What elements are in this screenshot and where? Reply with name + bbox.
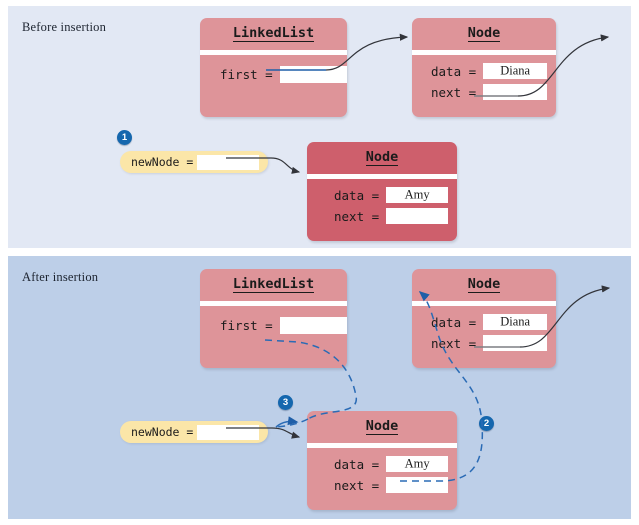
before-node-diana-field-data-slot: Diana	[483, 63, 548, 79]
before-newnode-variable-slot	[197, 154, 260, 170]
before-node-diana-field-data-value: Diana	[500, 63, 531, 78]
before-step-badge-1: 1	[117, 130, 132, 145]
after-linkedlist-field-first-slot	[279, 317, 347, 334]
before-node-diana-field-data-label: data =	[431, 63, 477, 79]
after-node-diana-field-next-slot	[483, 335, 548, 351]
before-new-node-field-next: next =	[334, 208, 449, 224]
after-node-diana-field-data-label: data =	[431, 314, 477, 330]
after-newnode-variable-pill: newNode =	[120, 421, 268, 443]
after-linkedlist-field-first-label: first =	[220, 318, 273, 333]
after-node-diana-field-next: next =	[431, 335, 548, 351]
before-newnode-variable-label: newNode =	[131, 155, 194, 169]
after-node-diana-box: Node data = Diana next =	[412, 269, 556, 368]
before-new-node-field-next-slot	[386, 208, 449, 224]
after-step-badge-2: 2	[479, 416, 494, 431]
before-new-node-box: Node data = Amy next =	[307, 142, 457, 241]
after-arrow-first-to-amy-head	[275, 416, 299, 428]
before-linkedlist-divider	[200, 50, 347, 55]
after-new-node-field-data: data = Amy	[334, 456, 449, 472]
before-node-diana-field-data: data = Diana	[431, 63, 548, 79]
after-arrow-newnode-to-amy	[271, 427, 301, 439]
after-node-diana-field-data-slot: Diana	[483, 314, 548, 330]
before-arrow-newnode-to-amy	[270, 157, 301, 174]
before-node-diana-class-name: Node	[467, 24, 501, 43]
after-node-diana-field-data-value: Diana	[500, 314, 531, 329]
before-node-diana-field-next-label: next =	[431, 84, 477, 100]
before-node-diana-field-next: next =	[431, 84, 548, 100]
after-arrow-first-to-amy-loop	[275, 418, 309, 428]
after-new-node-field-next-slot	[386, 477, 449, 493]
after-step-badge-2-number: 2	[483, 418, 490, 429]
after-linkedlist-header: LinkedList	[200, 269, 347, 301]
before-new-node-divider	[307, 174, 457, 179]
after-newnode-variable-slot	[197, 424, 260, 440]
before-node-diana-header: Node	[412, 18, 556, 50]
before-new-node-field-next-label: next =	[334, 208, 380, 224]
after-new-node-header: Node	[307, 411, 457, 443]
after-linkedlist-field-first: first =	[220, 317, 347, 334]
before-linkedlist-field-first: first =	[220, 66, 347, 83]
before-linkedlist-box: LinkedList first =	[200, 18, 347, 117]
before-new-node-field-data: data = Amy	[334, 187, 449, 203]
before-new-node-header: Node	[307, 142, 457, 174]
after-node-diana-divider	[412, 301, 556, 306]
after-node-diana-field-next-label: next =	[431, 335, 477, 351]
before-new-node-field-data-label: data =	[334, 187, 380, 203]
panel-after-caption: After insertion	[22, 270, 99, 284]
after-new-node-field-data-slot: Amy	[386, 456, 449, 472]
after-linkedlist-box: LinkedList first =	[200, 269, 347, 368]
after-new-node-field-data-label: data =	[334, 456, 380, 472]
before-step-badge-1-number: 1	[121, 132, 128, 143]
after-new-node-field-next-label: next =	[334, 477, 380, 493]
before-newnode-variable-pill: newNode =	[120, 151, 268, 173]
after-new-node-divider	[307, 443, 457, 448]
after-linkedlist-divider	[200, 301, 347, 306]
before-new-node-field-data-slot: Amy	[386, 187, 449, 203]
figure-canvas: Before insertion LinkedList first = Node	[0, 0, 639, 525]
after-new-node-field-next: next =	[334, 477, 449, 493]
after-node-diana-class-name: Node	[467, 275, 501, 294]
before-linkedlist-field-first-label: first =	[220, 67, 273, 82]
after-new-node-class-name: Node	[365, 417, 399, 436]
panel-before-insertion: Before insertion LinkedList first = Node	[8, 6, 631, 248]
before-new-node-class-name: Node	[365, 148, 399, 167]
panel-after-insertion: After insertion LinkedList first = Node	[8, 256, 631, 519]
after-node-diana-field-data: data = Diana	[431, 314, 548, 330]
before-linkedlist-class-name: LinkedList	[232, 24, 315, 43]
before-node-diana-divider	[412, 50, 556, 55]
before-node-diana-box: Node data = Diana next =	[412, 18, 556, 117]
before-new-node-field-data-value: Amy	[404, 187, 430, 202]
after-newnode-variable-label: newNode =	[131, 425, 194, 439]
panel-before-caption: Before insertion	[22, 20, 107, 34]
before-linkedlist-header: LinkedList	[200, 18, 347, 50]
before-linkedlist-field-first-slot	[279, 66, 347, 83]
after-step-badge-3: 3	[278, 395, 293, 410]
before-node-diana-field-next-slot	[483, 84, 548, 100]
after-new-node-box: Node data = Amy next =	[307, 411, 457, 510]
after-linkedlist-class-name: LinkedList	[232, 275, 315, 294]
after-new-node-field-data-value: Amy	[404, 456, 430, 471]
after-step-badge-3-number: 3	[282, 397, 289, 408]
after-node-diana-header: Node	[412, 269, 556, 301]
